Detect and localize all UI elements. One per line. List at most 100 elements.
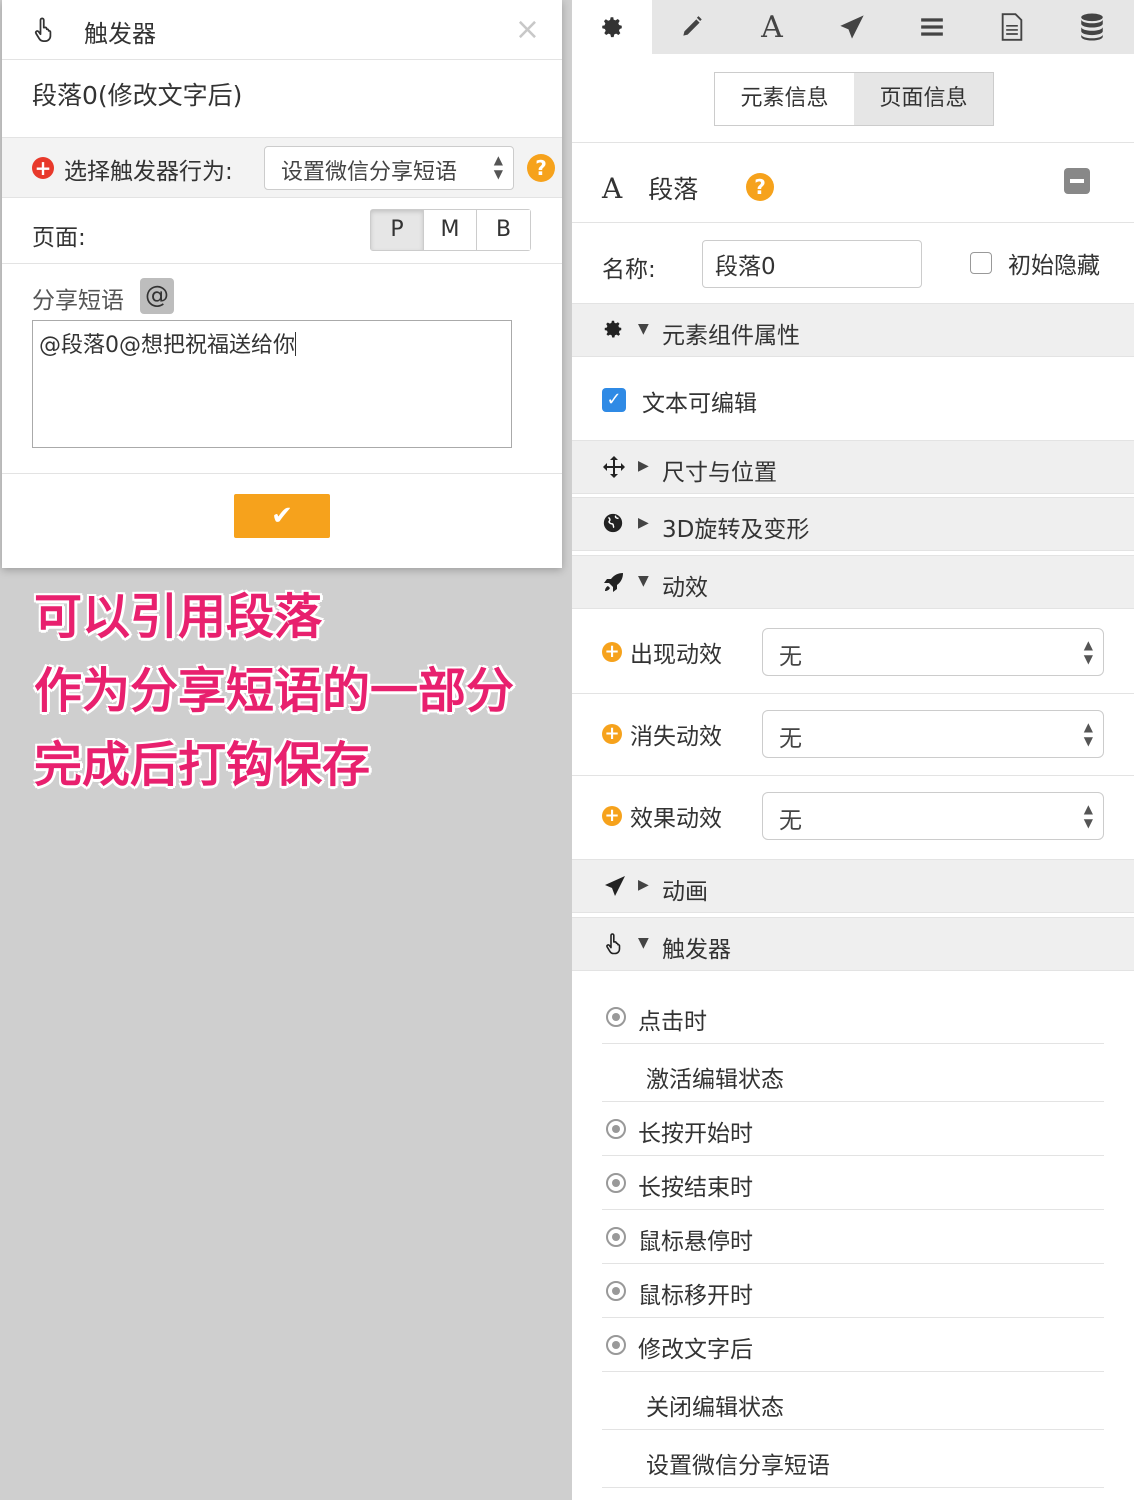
share-phrase-block: 分享短语 @ @段落0@想把祝福送给你 xyxy=(2,264,562,474)
trigger-dialog: 触发器 × 段落0(修改文字后) + 选择触发器行为: 设置微信分享短语 ▲ ▼ … xyxy=(2,0,562,568)
section-label: 触发器 xyxy=(662,937,731,963)
effect-effect-label: 效果动效 xyxy=(630,806,722,832)
element-name: 段落0(修改文字后) xyxy=(2,60,562,138)
caret-right-icon: ▶ xyxy=(638,515,649,531)
gear-icon[interactable] xyxy=(572,0,652,54)
tab-element-info[interactable]: 元素信息 xyxy=(715,73,854,125)
radio-icon xyxy=(606,1335,626,1355)
name-input[interactable]: 段落0 xyxy=(702,240,922,288)
select-value: 无 xyxy=(779,808,802,834)
hand-pointer-icon xyxy=(602,932,626,962)
element-type-label: 段落 xyxy=(648,175,699,204)
page-button-p[interactable]: P xyxy=(371,210,424,250)
appear-effect-label: 出现动效 xyxy=(630,642,722,668)
at-mention-button[interactable]: @ xyxy=(140,278,174,314)
trigger-item[interactable]: 点击时 xyxy=(602,990,1104,1044)
trigger-action-label: 关闭编辑状态 xyxy=(646,1395,784,1421)
plus-icon[interactable]: + xyxy=(602,806,622,826)
appear-effect-select[interactable]: 无 ▲ ▼ xyxy=(762,628,1104,676)
dialog-header: 触发器 × xyxy=(2,0,562,60)
share-text-value: @段落0@想把祝福送给你 xyxy=(39,333,295,358)
radio-icon xyxy=(606,1119,626,1139)
effect-effect-row: + 效果动效 无 ▲ ▼ xyxy=(572,776,1134,858)
trigger-item[interactable]: 修改文字后 xyxy=(602,1318,1104,1372)
page-button-m[interactable]: M xyxy=(424,210,477,250)
page-button-b[interactable]: B xyxy=(477,210,530,250)
document-icon[interactable] xyxy=(972,0,1052,54)
section-trigger[interactable]: ▼ 触发器 xyxy=(572,917,1134,971)
page-button-group: P M B xyxy=(370,209,531,251)
text-editable-checkbox[interactable]: ✓ xyxy=(602,388,626,412)
disappear-effect-label: 消失动效 xyxy=(630,724,722,750)
section-size-position[interactable]: ▶ 尺寸与位置 xyxy=(572,440,1134,494)
pencil-icon[interactable] xyxy=(652,0,732,54)
send-icon[interactable] xyxy=(812,0,892,54)
trigger-item[interactable]: 长按开始时 xyxy=(602,1102,1104,1156)
text-editable-label: 文本可编辑 xyxy=(642,391,757,417)
trigger-action-item[interactable]: 设置微信分享短语 xyxy=(602,1434,1104,1488)
section-3d-rotate[interactable]: ▶ 3D旋转及变形 xyxy=(572,497,1134,551)
section-effects[interactable]: ▼ 动效 xyxy=(572,555,1134,609)
section-label: 动画 xyxy=(662,879,708,905)
trigger-item[interactable]: 鼠标悬停时 xyxy=(602,1210,1104,1264)
trigger-item[interactable]: 长按结束时 xyxy=(602,1156,1104,1210)
trigger-action-item[interactable]: 关闭编辑状态 xyxy=(602,1376,1104,1430)
section-animation[interactable]: ▶ 动画 xyxy=(572,859,1134,913)
dialog-title: 触发器 xyxy=(84,20,156,48)
tab-page-info[interactable]: 页面信息 xyxy=(854,73,993,125)
disappear-effect-row: + 消失动效 无 ▲ ▼ xyxy=(572,694,1134,776)
section-component-properties[interactable]: ▼ 元素组件属性 xyxy=(572,303,1134,357)
radio-icon xyxy=(606,1173,626,1193)
help-icon[interactable]: ? xyxy=(527,154,555,182)
text-caret xyxy=(295,332,296,356)
trigger-label: 修改文字后 xyxy=(638,1337,753,1363)
list-icon[interactable] xyxy=(892,0,972,54)
caret-right-icon: ▶ xyxy=(638,458,649,474)
share-textarea[interactable]: @段落0@想把祝福送给你 xyxy=(32,320,512,448)
trigger-label: 点击时 xyxy=(638,1009,707,1035)
radio-icon xyxy=(606,1281,626,1301)
initial-hidden-label: 初始隐藏 xyxy=(1008,253,1100,279)
plus-icon: + xyxy=(32,157,54,179)
page-label: 页面: xyxy=(32,225,86,251)
divider xyxy=(572,222,1134,223)
select-arrows-icon: ▲ ▼ xyxy=(1083,802,1093,830)
hand-pointer-icon xyxy=(34,17,52,42)
annotation-line-1: 可以引用段落 xyxy=(34,589,323,645)
name-label: 名称: xyxy=(602,257,656,283)
trigger-label: 鼠标悬停时 xyxy=(638,1229,753,1255)
page-row: 页面: P M B xyxy=(2,198,562,264)
help-icon[interactable]: ? xyxy=(746,173,774,201)
select-arrows-icon: ▲ ▼ xyxy=(1083,638,1093,666)
caret-down-icon: ▼ xyxy=(638,935,649,951)
info-tabs: 元素信息 页面信息 xyxy=(714,72,994,126)
radio-icon xyxy=(606,1007,626,1027)
trigger-action-label: 设置微信分享短语 xyxy=(646,1453,830,1479)
properties-panel: A 元素信息 页面信息 A 段落 ? 名称: 段落0 初始隐藏 ▼ 元素组件属性 xyxy=(572,0,1134,1500)
disappear-effect-select[interactable]: 无 ▲ ▼ xyxy=(762,710,1104,758)
trigger-item[interactable]: 鼠标移开时 xyxy=(602,1264,1104,1318)
send-icon xyxy=(602,874,628,904)
select-arrows-icon: ▲ ▼ xyxy=(493,153,503,181)
annotation-text: 可以引用段落 作为分享短语的一部分 完成后打钩保存 xyxy=(34,580,514,802)
database-icon[interactable] xyxy=(1052,0,1132,54)
annotation-line-3: 完成后打钩保存 xyxy=(34,737,371,793)
action-select[interactable]: 设置微信分享短语 ▲ ▼ xyxy=(264,146,514,190)
effect-effect-select[interactable]: 无 ▲ ▼ xyxy=(762,792,1104,840)
section-label: 尺寸与位置 xyxy=(662,460,777,486)
action-label: 选择触发器行为: xyxy=(64,159,233,185)
initial-hidden-checkbox[interactable] xyxy=(970,252,992,274)
confirm-button[interactable]: ✔ xyxy=(234,494,330,538)
trigger-action-label: 激活编辑状态 xyxy=(646,1067,784,1093)
plus-icon[interactable]: + xyxy=(602,724,622,744)
action-row: + 选择触发器行为: 设置微信分享短语 ▲ ▼ ? xyxy=(2,138,562,198)
caret-down-icon: ▼ xyxy=(638,321,649,337)
plus-icon[interactable]: + xyxy=(602,642,622,662)
section-label: 元素组件属性 xyxy=(662,323,800,349)
trigger-action-item[interactable]: 激活编辑状态 xyxy=(602,1048,1104,1102)
collapse-minus-icon[interactable] xyxy=(1064,168,1090,194)
close-icon[interactable]: × xyxy=(515,12,540,47)
font-icon[interactable]: A xyxy=(732,0,812,54)
caret-right-icon: ▶ xyxy=(638,877,649,893)
trigger-label: 鼠标移开时 xyxy=(638,1283,753,1309)
